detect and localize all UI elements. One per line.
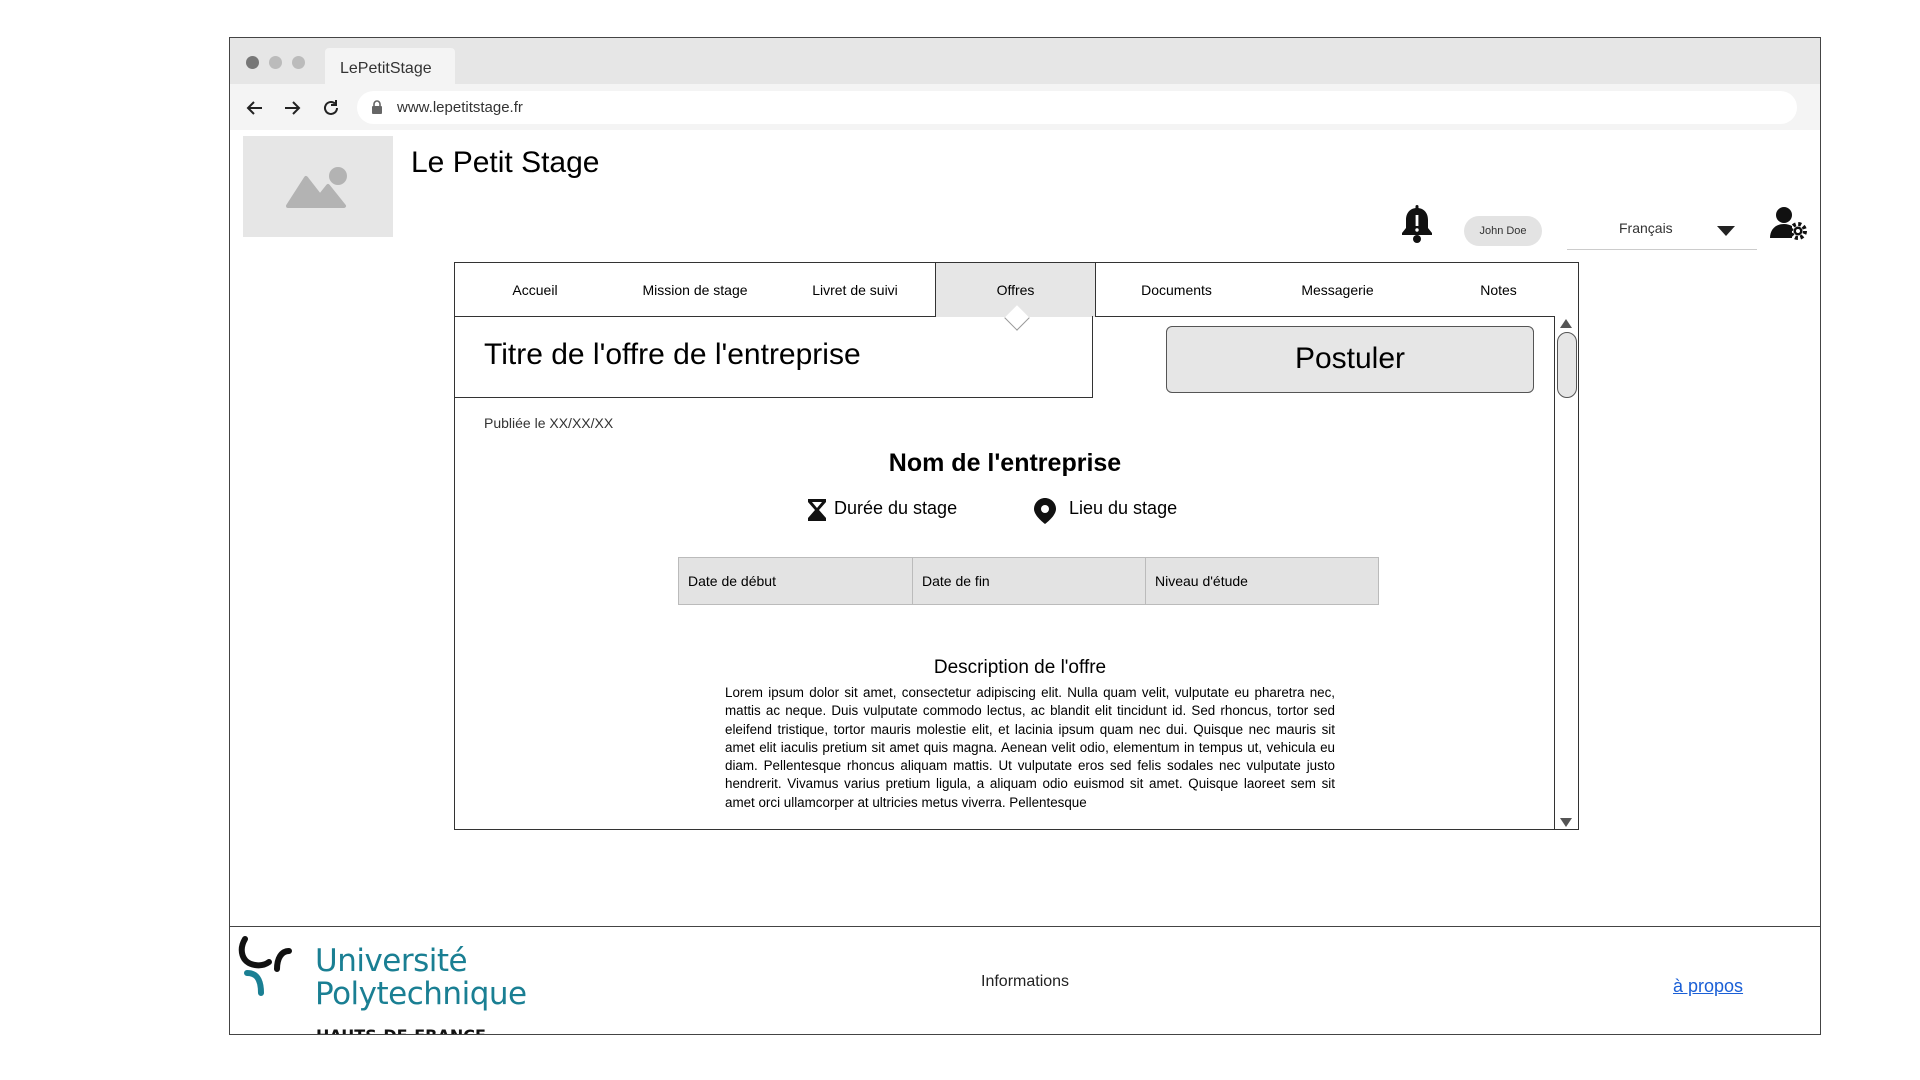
browser-window: LePetitStage www.lepetitstage.fr Le Peti… xyxy=(229,37,1821,1035)
location-pin-icon xyxy=(1034,498,1056,524)
user-name-badge[interactable]: John Doe xyxy=(1464,216,1542,246)
logo-line-polytechnique: Polytechnique xyxy=(315,976,527,1012)
offer-title-box: Titre de l'offre de l'entreprise xyxy=(455,316,1093,398)
reload-icon[interactable] xyxy=(321,98,341,118)
chevron-down-icon xyxy=(1717,226,1735,236)
offer-title: Titre de l'offre de l'entreprise xyxy=(484,338,861,371)
scroll-up-arrow-icon[interactable] xyxy=(1560,319,1572,328)
forward-arrow-icon[interactable] xyxy=(282,98,302,118)
published-date: Publiée le XX/XX/XX xyxy=(484,415,614,431)
scroll-down-arrow-icon[interactable] xyxy=(1560,818,1572,827)
lock-icon xyxy=(372,100,382,114)
duration-label: Durée du stage xyxy=(834,498,958,518)
menu-item-messagerie[interactable]: Messagerie xyxy=(1257,263,1418,317)
notification-bell-icon[interactable] xyxy=(1400,205,1434,243)
hourglass-icon xyxy=(808,499,826,521)
window-maximize-dot[interactable] xyxy=(292,56,305,69)
menu-item-offres[interactable]: Offres xyxy=(935,263,1096,331)
menu-item-livret[interactable]: Livret de suivi xyxy=(775,263,935,317)
vertical-scrollbar[interactable] xyxy=(1554,316,1578,829)
logo-line-region: HAUTS-DE-FRANCE xyxy=(316,1026,486,1034)
image-placeholder-icon xyxy=(286,167,347,208)
logo-placeholder-image xyxy=(243,136,393,237)
browser-tab[interactable]: LePetitStage xyxy=(325,48,455,84)
content-frame: Accueil Mission de stage Livret de suivi… xyxy=(454,262,1579,830)
table-cell-start-date: Date de début xyxy=(679,558,913,604)
description-title: Description de l'offre xyxy=(933,657,1107,678)
menu-item-documents[interactable]: Documents xyxy=(1096,263,1257,317)
user-settings-icon[interactable] xyxy=(1770,206,1808,242)
table-cell-end-date: Date de fin xyxy=(913,558,1146,604)
apply-button[interactable]: Postuler xyxy=(1166,326,1534,393)
company-name: Nom de l'entreprise xyxy=(888,449,1122,477)
browser-titlebar: LePetitStage xyxy=(230,38,1820,84)
logo-line-universite: Université xyxy=(315,943,468,979)
menu-item-notes[interactable]: Notes xyxy=(1418,263,1578,317)
table-cell-study-level: Niveau d'étude xyxy=(1155,573,1248,589)
user-name: John Doe xyxy=(1479,225,1527,237)
browser-tab-title: LePetitStage xyxy=(340,60,432,77)
main-menu: Accueil Mission de stage Livret de suivi… xyxy=(455,263,1578,331)
footer: Université Polytechnique HAUTS-DE-FRANCE… xyxy=(230,926,1820,1034)
menu-item-mission[interactable]: Mission de stage xyxy=(615,263,775,317)
window-close-dot[interactable] xyxy=(246,56,259,69)
browser-addressbar: www.lepetitstage.fr xyxy=(230,84,1820,130)
menu-item-accueil[interactable]: Accueil xyxy=(455,263,615,317)
site-title: Le Petit Stage xyxy=(411,146,600,179)
location-label: Lieu du stage xyxy=(1069,498,1178,518)
description-text: Lorem ipsum dolor sit amet, consectetur … xyxy=(725,685,1335,810)
footer-about-link[interactable]: à propos xyxy=(1673,976,1743,997)
url-field[interactable]: www.lepetitstage.fr xyxy=(357,91,1797,124)
footer-informations-link[interactable]: Informations xyxy=(981,973,1069,991)
university-logo-mark-icon xyxy=(238,936,292,996)
scroll-thumb[interactable] xyxy=(1557,332,1577,398)
url-text: www.lepetitstage.fr xyxy=(397,99,523,116)
window-minimize-dot[interactable] xyxy=(269,56,282,69)
offer-info-table: Date de début Date de fin Niveau d'étude xyxy=(678,557,1379,605)
back-arrow-icon[interactable] xyxy=(245,98,265,118)
language-select[interactable]: Français xyxy=(1567,210,1757,250)
language-value: Français xyxy=(1619,220,1673,236)
